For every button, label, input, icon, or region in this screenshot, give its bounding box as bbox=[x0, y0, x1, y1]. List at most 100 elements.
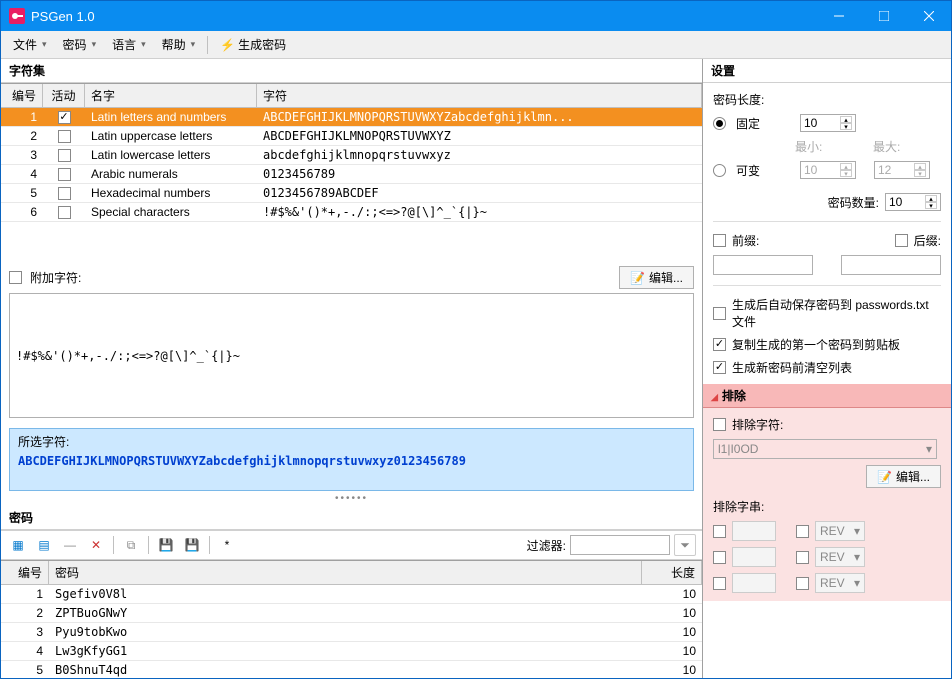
suffix-checkbox[interactable] bbox=[895, 234, 908, 247]
col-chars[interactable]: 字符 bbox=[257, 84, 702, 107]
pcol-len[interactable]: 长度 bbox=[642, 561, 702, 584]
exstr2-input[interactable] bbox=[732, 547, 776, 567]
app-icon bbox=[9, 8, 25, 24]
clear-label: 生成新密码前清空列表 bbox=[732, 359, 941, 376]
clear-icon[interactable]: ✕ bbox=[85, 534, 107, 556]
charset-row[interactable]: 5Hexadecimal numbers0123456789ABCDEF bbox=[1, 184, 702, 203]
settings-header: 设置 bbox=[703, 59, 951, 83]
save-icon[interactable]: 💾 bbox=[155, 534, 177, 556]
edit-icon: 📝 bbox=[630, 271, 645, 285]
charset-row[interactable]: 1Latin letters and numbersABCDEFGHIJKLMN… bbox=[1, 108, 702, 127]
charset-row[interactable]: 4Arabic numerals0123456789 bbox=[1, 165, 702, 184]
charset-row[interactable]: 2Latin uppercase lettersABCDEFGHIJKLMNOP… bbox=[1, 127, 702, 146]
exclude-chars-combo[interactable]: l1|I0OD▾ bbox=[713, 439, 937, 459]
saveas-icon[interactable]: 💾 bbox=[181, 534, 203, 556]
selected-chars-value: ABCDEFGHIJKLMNOPQRSTUVWXYZabcdefghijklmn… bbox=[18, 454, 685, 468]
length-label: 密码长度: bbox=[713, 91, 941, 108]
addchars-checkbox[interactable] bbox=[9, 271, 22, 284]
col-name[interactable]: 名字 bbox=[85, 84, 257, 107]
count-spinner[interactable]: ▴▾ bbox=[885, 193, 941, 211]
exstr1-rev[interactable]: REV▾ bbox=[815, 521, 865, 541]
prefix-input[interactable] bbox=[713, 255, 813, 275]
exclude-chars-label: 排除字符: bbox=[732, 416, 783, 433]
exstr3-checkbox[interactable] bbox=[713, 577, 726, 590]
password-row[interactable]: 4Lw3gKfyGG110 bbox=[1, 642, 702, 661]
bolt-icon: ⚡ bbox=[220, 38, 235, 52]
charset-grid: 编号 活动 名字 字符 1Latin letters and numbersAB… bbox=[1, 83, 702, 222]
remove-icon[interactable]: — bbox=[59, 534, 81, 556]
exstr2-checkbox[interactable] bbox=[713, 551, 726, 564]
charset-row[interactable]: 6Special characters!#$%&'()*+,-./:;<=>?@… bbox=[1, 203, 702, 222]
fixed-spinner[interactable]: ▴▾ bbox=[800, 114, 856, 132]
close-button[interactable] bbox=[906, 1, 951, 31]
titlebar: PSGen 1.0 bbox=[1, 1, 951, 31]
addchars-edit-button[interactable]: 📝编辑... bbox=[619, 266, 694, 289]
min-label: 最小: bbox=[795, 138, 851, 155]
active-checkbox[interactable] bbox=[58, 206, 71, 219]
exstr2-rev[interactable]: REV▾ bbox=[815, 547, 865, 567]
filter-label: 过滤器: bbox=[527, 537, 566, 554]
active-checkbox[interactable] bbox=[58, 149, 71, 162]
exstr2-rev-checkbox[interactable] bbox=[796, 551, 809, 564]
password-row[interactable]: 5B0ShnuT4qd10 bbox=[1, 661, 702, 678]
maximize-button[interactable] bbox=[861, 1, 906, 31]
password-row[interactable]: 2ZPTBuoGNwY10 bbox=[1, 604, 702, 623]
col-active[interactable]: 活动 bbox=[43, 84, 85, 107]
splitter[interactable]: •••••• bbox=[1, 491, 702, 506]
exstr1-input[interactable] bbox=[732, 521, 776, 541]
charset-row[interactable]: 3Latin lowercase lettersabcdefghijklmnop… bbox=[1, 146, 702, 165]
menu-file[interactable]: 文件▾ bbox=[5, 32, 55, 57]
pcol-num[interactable]: 编号 bbox=[1, 561, 49, 584]
min-spinner[interactable]: ▴▾ bbox=[800, 161, 856, 179]
password-row[interactable]: 1Sgefiv0V8l10 bbox=[1, 585, 702, 604]
pcol-pwd[interactable]: 密码 bbox=[49, 561, 642, 584]
exclude-header[interactable]: ◢排除 bbox=[703, 384, 951, 408]
menu-password[interactable]: 密码▾ bbox=[55, 32, 105, 57]
selected-chars-label: 所选字符: bbox=[18, 433, 685, 450]
exstr3-rev-checkbox[interactable] bbox=[796, 577, 809, 590]
max-label: 最大: bbox=[873, 138, 900, 155]
charset-header: 字符集 bbox=[1, 59, 702, 83]
menubar: 文件▾ 密码▾ 语言▾ 帮助▾ ⚡生成密码 bbox=[1, 31, 951, 59]
clipboard-checkbox[interactable] bbox=[713, 338, 726, 351]
exclude-chars-checkbox[interactable] bbox=[713, 418, 726, 431]
exstr1-rev-checkbox[interactable] bbox=[796, 525, 809, 538]
window-title: PSGen 1.0 bbox=[31, 9, 816, 24]
radio-variable[interactable] bbox=[713, 164, 726, 177]
minimize-button[interactable] bbox=[816, 1, 861, 31]
filter-input[interactable] bbox=[570, 535, 670, 555]
max-spinner[interactable]: ▴▾ bbox=[874, 161, 930, 179]
exclude-strings-label: 排除字串: bbox=[713, 498, 941, 515]
edit-icon: 📝 bbox=[877, 470, 892, 484]
grid-view-icon[interactable]: ▦ bbox=[7, 534, 29, 556]
autosave-label: 生成后自动保存密码到 passwords.txt 文件 bbox=[732, 296, 941, 330]
active-checkbox[interactable] bbox=[58, 111, 71, 124]
exstr1-checkbox[interactable] bbox=[713, 525, 726, 538]
radio-fixed[interactable] bbox=[713, 117, 726, 130]
password-row[interactable]: 3Pyu9tobKwo10 bbox=[1, 623, 702, 642]
exclude-edit-button[interactable]: 📝编辑... bbox=[866, 465, 941, 488]
copy-icon[interactable]: ⧉ bbox=[120, 534, 142, 556]
suffix-label: 后缀: bbox=[914, 232, 941, 249]
exstr3-input[interactable] bbox=[732, 573, 776, 593]
password-header: 密码 bbox=[1, 506, 702, 530]
menu-language[interactable]: 语言▾ bbox=[104, 32, 154, 57]
prefix-checkbox[interactable] bbox=[713, 234, 726, 247]
suffix-input[interactable] bbox=[841, 255, 941, 275]
active-checkbox[interactable] bbox=[58, 168, 71, 181]
filter-clear-icon[interactable]: ⏷ bbox=[674, 534, 696, 556]
mask-icon[interactable]: * bbox=[216, 534, 238, 556]
generate-button[interactable]: ⚡生成密码 bbox=[212, 32, 294, 57]
count-label: 密码数量: bbox=[828, 194, 879, 211]
active-checkbox[interactable] bbox=[58, 187, 71, 200]
clipboard-label: 复制生成的第一个密码到剪贴板 bbox=[732, 336, 941, 353]
selected-chars-box: 所选字符: ABCDEFGHIJKLMNOPQRSTUVWXYZabcdefgh… bbox=[9, 428, 694, 491]
menu-help[interactable]: 帮助▾ bbox=[154, 32, 204, 57]
exstr3-rev[interactable]: REV▾ bbox=[815, 573, 865, 593]
addchars-input[interactable] bbox=[9, 293, 694, 418]
autosave-checkbox[interactable] bbox=[713, 307, 726, 320]
active-checkbox[interactable] bbox=[58, 130, 71, 143]
col-num[interactable]: 编号 bbox=[1, 84, 43, 107]
clear-checkbox[interactable] bbox=[713, 361, 726, 374]
list-view-icon[interactable]: ▤ bbox=[33, 534, 55, 556]
